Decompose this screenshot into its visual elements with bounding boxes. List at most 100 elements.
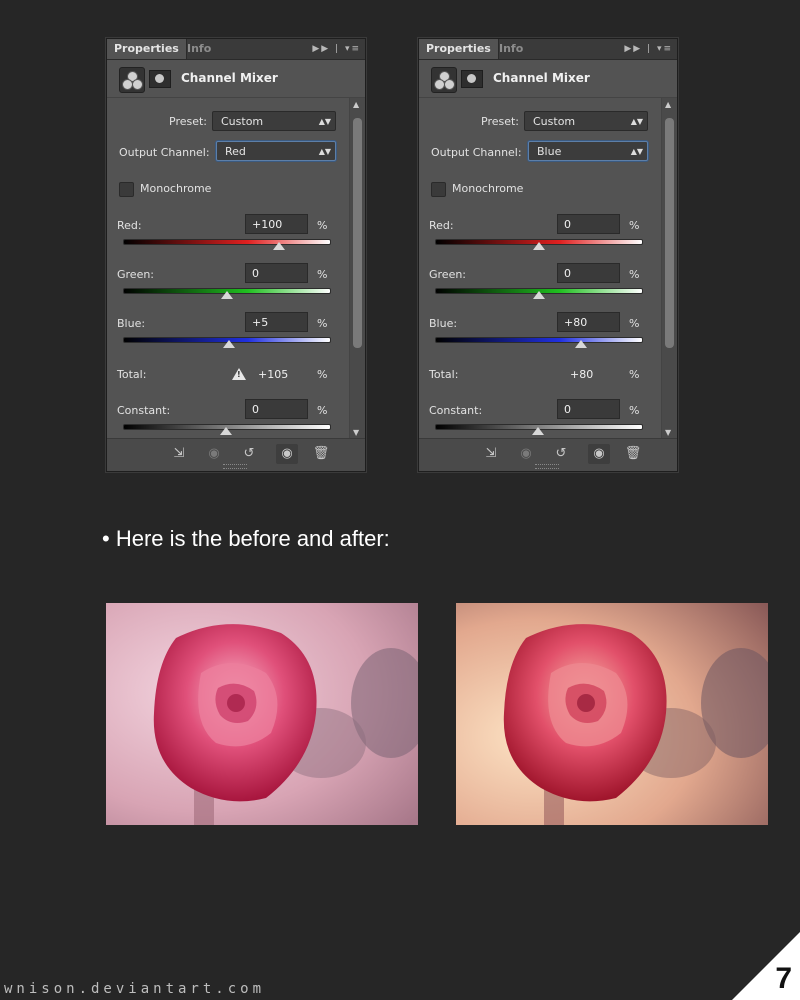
clip-to-layer-icon[interactable]: ⇲ [480,444,502,464]
layer-mask-icon[interactable] [461,70,483,88]
after-photo [456,603,768,825]
green-slider-thumb[interactable] [221,291,233,299]
preset-value: Custom [221,115,264,128]
delete-trash-icon[interactable]: 🗑 [622,444,644,464]
panel-title: Channel Mixer [181,71,278,85]
panel-tabbar: Properties Info ▶▶ | ▾≡ [419,39,677,60]
layer-mask-icon[interactable] [149,70,171,88]
red-value-input[interactable]: 0 [557,214,620,234]
constant-label: Constant: [117,404,171,417]
total-label: Total: [429,368,459,381]
green-unit: % [629,268,640,281]
green-label: Green: [429,268,467,281]
view-previous-state-icon[interactable]: ◉ [515,444,537,464]
blue-value-input[interactable]: +5 [245,312,308,332]
output-channel-select[interactable]: Red ▲▼ [216,141,336,161]
tab-properties[interactable]: Properties [419,39,499,59]
panel-header: Channel Mixer [419,60,677,98]
monochrome-checkbox[interactable] [431,182,446,197]
constant-value-input[interactable]: 0 [557,399,620,419]
green-slider-thumb[interactable] [533,291,545,299]
red-label: Red: [117,219,142,232]
blue-label: Blue: [117,317,146,330]
blue-slider-thumb[interactable] [575,340,587,348]
constant-slider-thumb[interactable] [532,427,544,435]
blue-slider-thumb[interactable] [223,340,235,348]
caption-text: Here is the before and after: [115,526,390,551]
panel-content: Preset: Custom ▲▼ Output Channel: Red ▲▼ M… [107,98,349,439]
red-value-input[interactable]: +100 [245,214,308,234]
constant-slider-thumb[interactable] [220,427,232,435]
preset-label: Preset: [481,115,520,128]
blue-unit: % [317,317,328,330]
red-slider-thumb[interactable] [273,242,285,250]
scroll-down-icon[interactable]: ▼ [665,428,671,437]
panel-tabbar: Properties Info ▶▶ | ▾≡ [107,39,365,60]
visibility-eye-icon[interactable]: ◉ [276,444,298,464]
blue-label: Blue: [429,317,458,330]
select-arrows-icon: ▲▼ [630,147,643,156]
tab-info[interactable]: Info [492,39,530,59]
delete-trash-icon[interactable]: 🗑 [310,444,332,464]
preset-select[interactable]: Custom ▲▼ [212,111,336,131]
blue-slider-track[interactable] [435,337,643,343]
panel-content: Preset: Custom ▲▼ Output Channel: Blue ▲▼ … [419,98,661,439]
reset-icon[interactable]: ↺ [550,444,572,464]
panel-header: Channel Mixer [107,60,365,98]
red-unit: % [629,219,640,232]
clip-to-layer-icon[interactable]: ⇲ [168,444,190,464]
panel-menu-icon[interactable]: ▶▶ | ▾≡ [312,39,361,59]
visibility-eye-icon[interactable]: ◉ [588,444,610,464]
select-arrows-icon: ▲▼ [630,117,643,126]
scroll-down-icon[interactable]: ▼ [353,428,359,437]
panel-menu-icon[interactable]: ▶▶ | ▾≡ [624,39,673,59]
red-label: Red: [429,219,454,232]
constant-value-input[interactable]: 0 [245,399,308,419]
resize-grip-icon[interactable] [535,464,559,469]
total-value: +80 [570,368,594,381]
total-unit: % [629,368,640,381]
green-value-input[interactable]: 0 [245,263,308,283]
green-label: Green: [117,268,155,281]
rose-after-image [456,603,768,825]
tab-properties[interactable]: Properties [107,39,187,59]
output-channel-value: Red [225,145,246,158]
properties-panel-after: Properties Info ▶▶ | ▾≡ Channel Mixer Pr… [418,38,678,472]
scroll-up-icon[interactable]: ▲ [353,100,359,109]
output-channel-label: Output Channel: [431,146,522,159]
preset-select[interactable]: Custom ▲▼ [524,111,648,131]
rose-before-image [106,603,418,825]
total-label: Total: [117,368,147,381]
tab-info[interactable]: Info [180,39,218,59]
panel-footer: ⇲ ◉ ↺ ◉ 🗑 [419,438,677,471]
resize-grip-icon[interactable] [223,464,247,469]
constant-unit: % [629,404,640,417]
monochrome-checkbox[interactable] [119,182,134,197]
view-previous-state-icon[interactable]: ◉ [203,444,225,464]
watermark-text: wnison.deviantart.com [4,981,266,997]
panel-scrollbar[interactable]: ▲ ▼ [661,98,677,439]
constant-unit: % [317,404,328,417]
scrollbar-thumb[interactable] [353,118,362,348]
output-channel-label: Output Channel: [119,146,210,159]
channel-mixer-icon [119,67,145,93]
panel-scrollbar[interactable]: ▲ ▼ [349,98,365,439]
red-slider-thumb[interactable] [533,242,545,250]
total-unit: % [317,368,328,381]
reset-icon[interactable]: ↺ [238,444,260,464]
select-arrows-icon: ▲▼ [318,117,331,126]
page-number: 7 [775,962,792,995]
red-unit: % [317,219,328,232]
panel-footer: ⇲ ◉ ↺ ◉ 🗑 [107,438,365,471]
green-value-input[interactable]: 0 [557,263,620,283]
panel-title: Channel Mixer [493,71,590,85]
select-arrows-icon: ▲▼ [318,147,331,156]
scrollbar-thumb[interactable] [665,118,674,348]
red-slider-track[interactable] [123,239,331,245]
warning-icon: ! [232,368,246,380]
blue-value-input[interactable]: +80 [557,312,620,332]
output-channel-select[interactable]: Blue ▲▼ [528,141,648,161]
preset-label: Preset: [169,115,208,128]
constant-label: Constant: [429,404,483,417]
scroll-up-icon[interactable]: ▲ [665,100,671,109]
